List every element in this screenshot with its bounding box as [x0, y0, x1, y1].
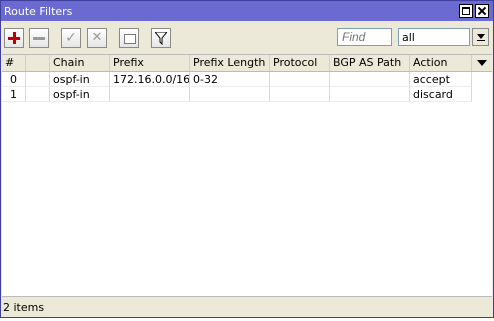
comment-icon[interactable]	[119, 28, 139, 48]
column-header-bgp-as-path[interactable]: BGP AS Path	[330, 55, 410, 71]
column-header-flag[interactable]	[26, 55, 50, 71]
row-prefix-length	[190, 87, 270, 102]
find-input[interactable]	[337, 28, 392, 46]
row-action: accept	[410, 72, 472, 87]
title-bar[interactable]: Route Filters	[1, 1, 493, 21]
column-menu-icon[interactable]	[472, 55, 492, 71]
row-prefix	[110, 87, 190, 102]
row-bgp-as-path	[330, 72, 410, 87]
status-bar: 2 items	[2, 296, 492, 317]
row-flag	[26, 87, 50, 102]
route-filters-window: Route Filters ✓ ✕ all # Chain Prefix Pre…	[0, 0, 494, 318]
row-number: 1	[2, 87, 26, 102]
table-header: # Chain Prefix Prefix Length Protocol BG…	[2, 55, 492, 72]
dropdown-arrow-icon[interactable]	[472, 28, 489, 46]
add-icon[interactable]	[4, 28, 24, 48]
column-header-prefix-length[interactable]: Prefix Length	[190, 55, 270, 71]
row-prefix: 172.16.0.0/16	[110, 72, 190, 87]
column-header-protocol[interactable]: Protocol	[270, 55, 330, 71]
column-header-number[interactable]: #	[2, 55, 26, 71]
row-prefix-length: 0-32	[190, 72, 270, 87]
toolbar: ✓ ✕ all	[1, 22, 493, 53]
row-action: discard	[410, 87, 472, 102]
disable-icon[interactable]: ✕	[87, 28, 107, 48]
column-header-action[interactable]: Action	[410, 55, 472, 71]
enable-icon[interactable]: ✓	[61, 28, 81, 48]
row-flag	[26, 72, 50, 87]
column-header-prefix[interactable]: Prefix	[110, 55, 190, 71]
row-chain: ospf-in	[50, 72, 110, 87]
table-row[interactable]: 1 ospf-in discard	[2, 87, 472, 102]
row-bgp-as-path	[330, 87, 410, 102]
filter-select[interactable]: all	[398, 28, 470, 46]
row-number: 0	[2, 72, 26, 87]
column-header-chain[interactable]: Chain	[50, 55, 110, 71]
maximize-icon[interactable]	[459, 4, 473, 18]
row-chain: ospf-in	[50, 87, 110, 102]
row-protocol	[270, 72, 330, 87]
item-count: 2 items	[3, 301, 45, 314]
table-row[interactable]: 0 ospf-in 172.16.0.0/16 0-32 accept	[2, 72, 472, 87]
row-protocol	[270, 87, 330, 102]
window-title: Route Filters	[4, 5, 73, 18]
remove-icon[interactable]	[29, 28, 49, 48]
filter-icon[interactable]	[151, 28, 171, 48]
route-filter-table: # Chain Prefix Prefix Length Protocol BG…	[2, 54, 492, 296]
close-icon[interactable]	[475, 4, 489, 18]
